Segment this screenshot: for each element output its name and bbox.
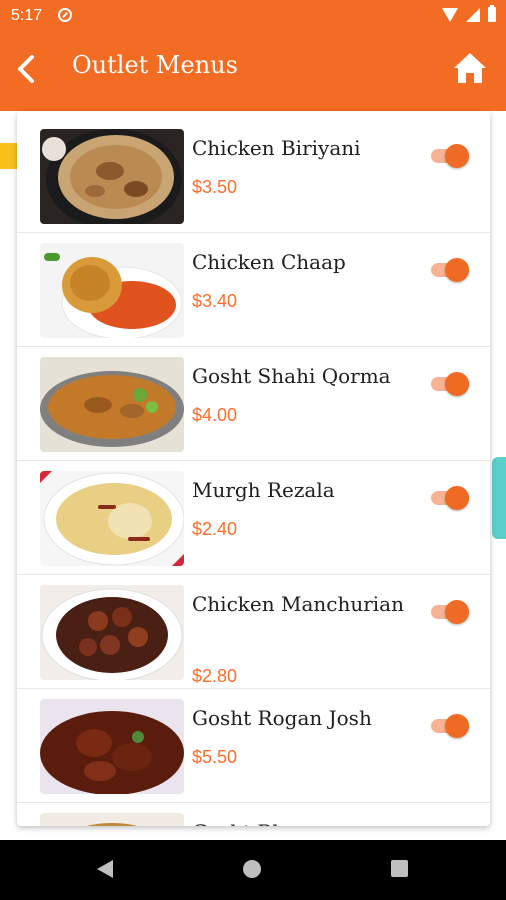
murgh-rezala-image <box>40 471 184 566</box>
nav-recents-icon[interactable] <box>391 860 408 877</box>
availability-toggle[interactable] <box>431 256 471 284</box>
chicken-biriyani-image <box>40 129 184 224</box>
menu-item-name: Chicken Manchurian <box>192 592 404 616</box>
chicken-manchurian-image <box>40 585 184 680</box>
menu-item-name: Murgh Rezala <box>192 478 335 502</box>
nav-back-icon[interactable] <box>97 860 113 878</box>
menu-item-murgh-rezala: Murgh Rezala $2.40 <box>17 461 490 575</box>
status-time: 5:17 <box>11 7 43 24</box>
menu-item-chicken-manchurian: Chicken Manchurian $2.80 <box>17 575 490 689</box>
toggle-knob <box>445 144 469 168</box>
background-banner-edge <box>0 143 18 169</box>
menu-item-price: $2.40 <box>192 519 238 539</box>
availability-toggle[interactable] <box>431 598 471 626</box>
toggle-knob <box>445 600 469 624</box>
chicken-chaap-image <box>40 243 184 338</box>
menu-list: Chicken Biriyani $3.50 Chicken Chaap $3.… <box>17 119 490 826</box>
menu-item-price: $2.80 <box>192 666 238 686</box>
status-icons <box>442 5 496 22</box>
battery-icon <box>488 5 496 22</box>
availability-toggle[interactable] <box>431 484 471 512</box>
home-icon[interactable] <box>452 51 488 85</box>
menu-item-name: Gosht Rogan Josh <box>192 706 372 730</box>
back-arrow-icon[interactable] <box>10 51 46 87</box>
gosht-rogan-josh-image <box>40 699 184 794</box>
menu-item-gosht-bhunaa: Gosht Bhunaa <box>17 803 490 826</box>
app-bar: Outlet Menus <box>0 33 506 111</box>
toggle-knob <box>445 258 469 282</box>
menu-item-name: Chicken Chaap <box>192 250 346 274</box>
toggle-knob <box>445 714 469 738</box>
availability-toggle[interactable] <box>431 370 471 398</box>
gosht-shahi-qorma-image <box>40 357 184 452</box>
menu-item-name: Gosht Bhunaa <box>192 818 412 826</box>
wifi-icon <box>442 7 458 22</box>
menu-item-gosht-shahi-qorma: Gosht Shahi Qorma $4.00 <box>17 347 490 461</box>
menu-card: Chicken Biriyani $3.50 Chicken Chaap $3.… <box>17 111 490 826</box>
do-not-disturb-icon <box>58 8 72 22</box>
menu-item-chicken-biriyani: Chicken Biriyani $3.50 <box>17 119 490 233</box>
toggle-knob <box>445 486 469 510</box>
menu-item-price: $3.40 <box>192 291 238 311</box>
toggle-knob <box>445 372 469 396</box>
nav-home-icon[interactable] <box>243 860 261 878</box>
menu-item-price: $5.50 <box>192 747 238 767</box>
background-accent-edge <box>492 457 506 539</box>
menu-item-price: $4.00 <box>192 405 238 425</box>
menu-item-gosht-rogan-josh: Gosht Rogan Josh $5.50 <box>17 689 490 803</box>
availability-toggle[interactable] <box>431 712 471 740</box>
cell-signal-icon <box>466 7 480 22</box>
status-bar: 5:17 <box>0 0 506 33</box>
page-title: Outlet Menus <box>72 51 238 79</box>
menu-item-chicken-chaap: Chicken Chaap $3.40 <box>17 233 490 347</box>
gosht-bhunaa-image <box>40 813 184 826</box>
availability-toggle[interactable] <box>431 142 471 170</box>
menu-item-name: Gosht Shahi Qorma <box>192 364 391 388</box>
menu-item-price: $3.50 <box>192 177 238 197</box>
navigation-bar <box>0 840 506 900</box>
menu-item-name: Chicken Biriyani <box>192 136 361 160</box>
